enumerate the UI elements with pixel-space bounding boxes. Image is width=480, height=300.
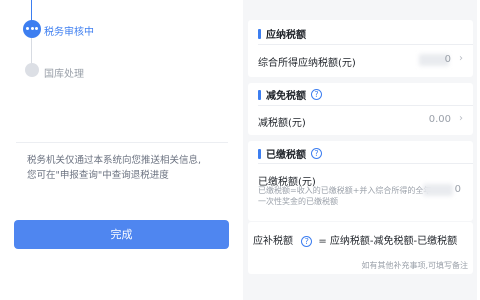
more-dots-icon (26, 27, 38, 31)
timeline-line-pending (31, 38, 32, 66)
divider (16, 142, 228, 143)
payable-title: 应纳税额 (258, 26, 306, 41)
payable-row-value: 0 (444, 54, 451, 65)
paid-card: 已缴税额 ? 已缴税额(元) 已缴税额=收入的已缴税额+并入综合所得的全年 一次… (248, 141, 473, 221)
step-date: 2022-03-01 (44, 0, 96, 3)
reduction-title: 减免税额 ? (258, 87, 322, 102)
formula-label: 应补税额 (253, 236, 293, 247)
formula-text: = 应纳税额-减免税额-已缴税额 (318, 236, 458, 247)
reduction-row-value: 0.00 (428, 114, 451, 125)
notice-text: 税务机关仅通过本系统向您推送相关信息, 您可在"申报查询"中查询退税进度 (27, 153, 227, 183)
paid-note-2: 一次性奖金的已缴税额 (258, 197, 338, 206)
tax-details-panel: 应纳税额 综合所得应纳税额(元) 0 › 减免税额 ? 减税额(元) 0.00 … (243, 0, 480, 300)
paid-note-1: 已缴税额=收入的已缴税额+并入综合所得的全年 (258, 186, 432, 195)
help-icon[interactable]: ? (311, 148, 322, 159)
chevron-right-icon[interactable]: › (459, 113, 463, 124)
chevron-right-icon[interactable]: › (459, 53, 463, 64)
done-button[interactable]: 完成 (14, 220, 229, 249)
payable-row-label[interactable]: 综合所得应纳税额(元) (258, 54, 356, 69)
payable-card: 应纳税额 综合所得应纳税额(元) 0 › (248, 20, 473, 77)
progress-panel: 2022-03-01 税务审核中 国库处理 税务机关仅通过本系统向您推送相关信息… (0, 0, 243, 300)
step-label-treasury: 国库处理 (44, 69, 84, 80)
notice-line-2: 您可在"申报查询"中查询退税进度 (27, 170, 169, 181)
reduction-card: 减免税额 ? 减税额(元) 0.00 › (248, 83, 473, 135)
timeline-line-completed (31, 0, 32, 22)
step-pending-indicator (25, 63, 39, 77)
step-active-indicator (23, 20, 41, 38)
paid-row-value: 0 (454, 184, 461, 195)
paid-title: 已缴税额 ? (258, 146, 322, 161)
row-divider (258, 44, 473, 45)
masked-value (423, 184, 453, 196)
notice-line-1: 税务机关仅通过本系统向您推送相关信息, (27, 155, 202, 166)
help-icon[interactable]: ? (311, 89, 322, 100)
formula-row: 应补税额 ? = 应纳税额-减免税额-已缴税额 (253, 232, 457, 247)
step-label-reviewing: 税务审核中 (44, 27, 94, 38)
row-divider (258, 163, 473, 164)
remark-link[interactable]: 如有其他补充事项,可填写备注 (361, 260, 468, 271)
row-divider (258, 105, 473, 106)
help-icon[interactable]: ? (301, 236, 313, 247)
reduction-row-label[interactable]: 减税额(元) (258, 114, 306, 129)
